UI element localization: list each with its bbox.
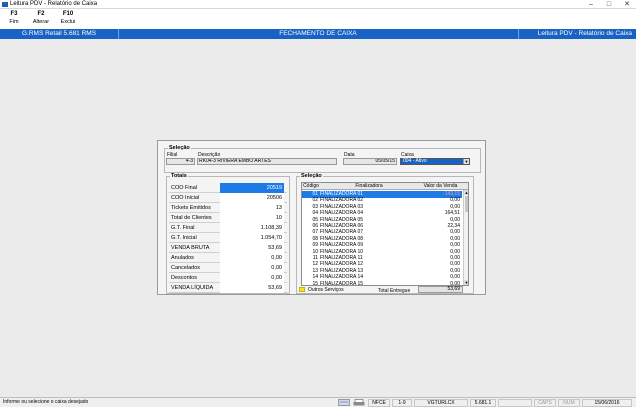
scroll-down-icon[interactable]: ▼	[464, 280, 468, 285]
header-divider	[518, 29, 519, 39]
totais-row-value[interactable]: 20506	[220, 193, 284, 203]
col-finalizadora[interactable]: Finalizadora	[320, 183, 418, 189]
totais-row[interactable]: Descontos 0,00	[169, 273, 287, 283]
status-date: 15/06/2016	[582, 399, 632, 407]
printer-icon	[353, 399, 365, 406]
totais-row-label: G.T. Inicial	[171, 235, 197, 241]
finalizadoras-title: Seleção	[300, 173, 323, 179]
totais-row-value[interactable]: 20519	[220, 183, 284, 193]
totais-row[interactable]: VENDA BRUTA 53,69	[169, 243, 287, 253]
totais-title: Totais	[170, 173, 188, 179]
maximize-icon[interactable]: □	[601, 0, 617, 9]
totais-row[interactable]: G.T. Final 1.108,39	[169, 223, 287, 233]
totais-row-label: Anulados	[171, 255, 194, 261]
totais-row-label: Cancelados	[171, 265, 201, 271]
totais-row[interactable]: G.T. Inicial 1.054,70	[169, 233, 287, 243]
exclui-key: F10	[62, 11, 74, 17]
totais-row-value[interactable]: 1.108,39	[220, 223, 284, 233]
exclui-button[interactable]: F10 Exclui	[54, 11, 82, 25]
totais-row[interactable]: Anulados 0,00	[169, 253, 287, 263]
window-title-bar: Leitura PDV - Relatório de Caixa – □ ✕	[0, 0, 636, 9]
close-icon[interactable]: ✕	[619, 0, 635, 9]
exclui-label: Exclui	[60, 19, 76, 25]
totais-row[interactable]: Total de Clientes 10	[169, 213, 287, 223]
total-entregue-label: Total Entregue	[378, 288, 411, 294]
fim-key: F3	[10, 11, 18, 17]
totais-row-label: VENDA BRUTA	[171, 245, 210, 251]
caixa-selected-value: 004 - Ativo	[401, 159, 463, 164]
totais-row-label: Total de Clientes	[171, 215, 212, 221]
status-version: 5.681.1	[470, 399, 496, 407]
descricao-field[interactable]: RK04-3 RIVIERA EMBO ARTES	[197, 158, 337, 165]
row-code: 15	[312, 280, 318, 286]
status-message: Informe ou selecione o caixa desejado	[3, 399, 89, 405]
keyboard-icon	[338, 399, 350, 406]
caixa-select[interactable]: 004 - Ativo ▼	[400, 158, 470, 165]
status-terminal: 1-9	[392, 399, 412, 407]
totais-row[interactable]: Tickets Emitidos 13	[169, 203, 287, 213]
totais-row[interactable]: Cancelados 0,00	[169, 263, 287, 273]
totais-row-value[interactable]: 10	[220, 213, 284, 223]
app-icon	[2, 2, 8, 7]
totais-row-label: COO Inicial	[171, 195, 200, 201]
totais-row-value[interactable]: 1.054,70	[220, 233, 284, 243]
scroll-up-icon[interactable]: ▲	[464, 190, 468, 195]
scroll-thumb[interactable]	[465, 196, 468, 212]
totais-row-value[interactable]: 53,69	[220, 283, 284, 293]
totais-row-value[interactable]: 13	[220, 203, 284, 213]
totais-row-label: Tickets Emitidos	[171, 205, 211, 211]
toolbar: F3 Fim F2 Alterar F10 Exclui	[0, 9, 636, 29]
fim-label: Fim	[9, 19, 19, 25]
totais-row-label: COO Final	[171, 185, 197, 191]
total-entregue-field: 53,69	[418, 286, 463, 293]
status-empty	[498, 399, 532, 407]
finalizadoras-grid[interactable]: Código Finalizadora Valor da Venda 01 FIN…	[301, 182, 469, 286]
data-field[interactable]: 05/05/15	[343, 158, 397, 165]
grid-scrollbar[interactable]: ▲ ▼	[463, 190, 468, 285]
outros-servicos-label: Outros Serviços	[308, 287, 344, 293]
program-name: Leitura PDV - Relatório de Caixa	[537, 30, 632, 37]
totais-row-value[interactable]: 0,00	[220, 253, 284, 263]
outros-servicos-swatch	[299, 287, 305, 292]
totais-row-label: G.T. Final	[171, 225, 195, 231]
totais-row-value[interactable]: 0,00	[220, 273, 284, 283]
alterar-label: Alterar	[32, 19, 50, 25]
status-bar: Informe ou selecione o caixa desejado NF…	[0, 397, 636, 407]
totais-row[interactable]: COO Final 20519	[169, 183, 287, 193]
alterar-key: F2	[37, 11, 45, 17]
row-finalizadora: FINALIZADORA 15	[320, 280, 364, 286]
col-codigo[interactable]: Código	[302, 183, 320, 189]
fim-button[interactable]: F3 Fim	[0, 11, 28, 25]
totais-row-value[interactable]: 53,69	[220, 243, 284, 253]
filial-field[interactable]: 4-3	[166, 158, 195, 165]
grid-header: Código Finalizadora Valor da Venda	[302, 183, 468, 190]
minimize-icon[interactable]: –	[583, 0, 599, 9]
status-num: NUM	[558, 399, 580, 407]
totais-row-value[interactable]: 0,00	[220, 263, 284, 273]
alterar-button[interactable]: F2 Alterar	[27, 11, 55, 25]
col-valor-venda[interactable]: Valor da Venda	[418, 183, 463, 189]
totais-row[interactable]: COO Inicial 20506	[169, 193, 287, 203]
totais-row-label: VENDA LÍQUIDA	[171, 285, 214, 291]
status-caps: CAPS	[534, 399, 556, 407]
status-program: VGTURLCX	[414, 399, 468, 407]
window-title: Leitura PDV - Relatório de Caixa	[10, 1, 98, 7]
totais-row[interactable]: VENDA LÍQUIDA 53,69	[169, 283, 287, 293]
chevron-down-icon[interactable]: ▼	[463, 159, 469, 164]
selecao-title: Seleção	[168, 145, 191, 151]
module-header: G.RMS Retail 5.681 RMS FECHAMENTO DE CAI…	[0, 29, 636, 39]
totais-row-label: Descontos	[171, 275, 197, 281]
status-nfce: NFCE	[368, 399, 390, 407]
